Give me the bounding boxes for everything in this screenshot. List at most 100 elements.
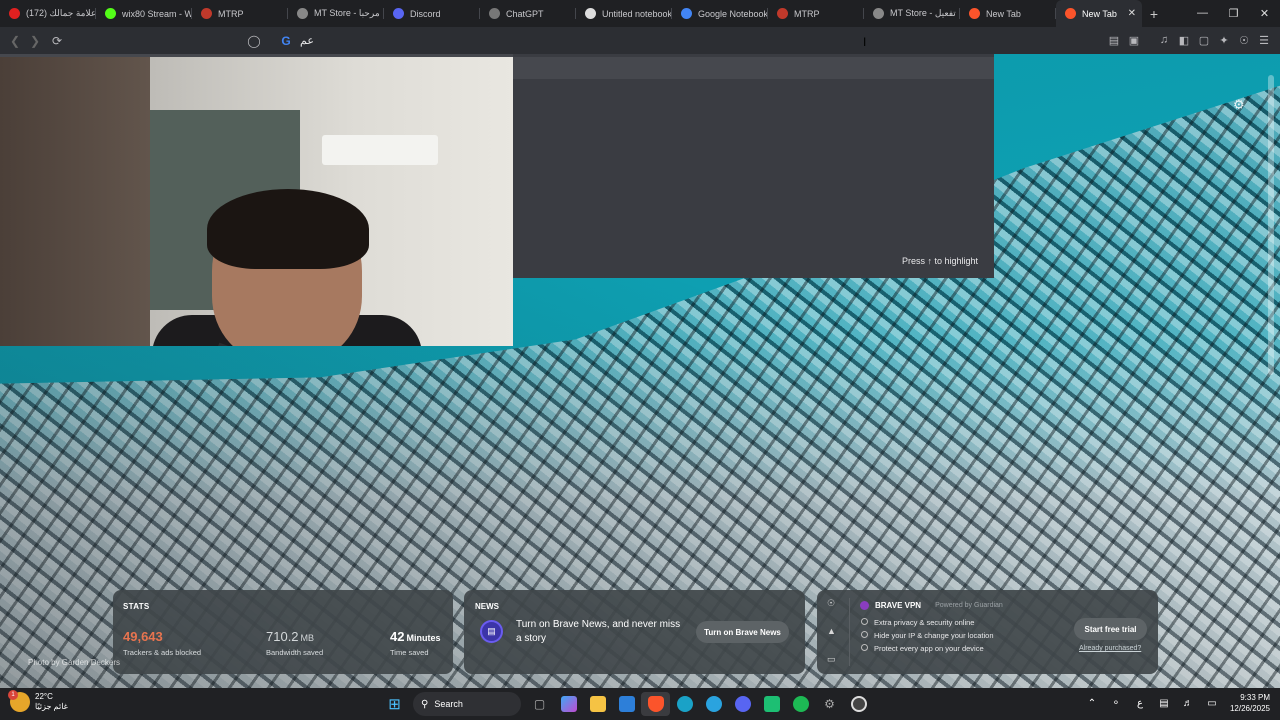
close-icon[interactable]: ✕ — [1249, 7, 1280, 20]
address-bar[interactable]: ◯ G عم — [240, 27, 994, 54]
tab-title: wix80 Stream - W — [122, 8, 192, 19]
back-icon[interactable]: ❮ — [5, 31, 25, 51]
address-input[interactable]: عم — [300, 34, 314, 47]
battery-icon[interactable]: ▭ — [1200, 698, 1224, 709]
bookmark-icon[interactable]: ◯ — [244, 31, 264, 51]
leo-icon[interactable]: ✦ — [1214, 30, 1234, 50]
settings-icon[interactable]: ⚙ — [815, 692, 844, 716]
tab[interactable]: Discord — [384, 0, 480, 27]
tab-title: New Tab — [1082, 8, 1117, 19]
music-icon[interactable]: ♫ — [1154, 30, 1174, 50]
clock[interactable]: 9:33 PM 12/26/2025 — [1230, 692, 1270, 714]
air-conditioner — [322, 135, 438, 165]
vpn-shield-icon[interactable]: ☉ — [827, 598, 839, 626]
news-widget: NEWS ▤ Turn on Brave News, and never mis… — [464, 590, 805, 674]
brave-icon[interactable] — [641, 692, 670, 716]
maximize-icon[interactable]: ❐ — [1218, 7, 1249, 20]
spotify-icon[interactable] — [786, 692, 815, 716]
discord-icon — [393, 8, 404, 19]
stats-header: STATS — [123, 602, 150, 611]
tab-title: (172) علامة جمالك — [26, 8, 96, 18]
news-header: NEWS — [475, 602, 499, 611]
tab[interactable]: wix80 Stream - W — [96, 0, 192, 27]
extensions-icon[interactable]: ▤ — [1104, 30, 1124, 50]
tab[interactable]: Google Notebook — [672, 0, 768, 27]
chatgpt-icon — [489, 8, 500, 19]
tab[interactable]: (172) علامة جمالك — [0, 0, 96, 27]
network-icon[interactable]: ▤ — [1152, 698, 1176, 709]
tab-title: Untitled notebook — [602, 8, 672, 19]
mtrp-icon — [201, 8, 212, 19]
screenshot-icon[interactable]: ▣ — [1124, 30, 1144, 50]
task-view-icon[interactable]: ▢ — [525, 692, 554, 716]
menu-icon[interactable]: ☰ — [1254, 30, 1274, 50]
google-icon: G — [281, 33, 291, 48]
tab-title: Discord — [410, 8, 441, 19]
google-icon — [681, 8, 692, 19]
forward-icon[interactable]: ❯ — [25, 31, 45, 51]
card-icon[interactable]: ▭ — [827, 654, 839, 682]
news-promo-text: Turn on Brave News, and never miss a sto… — [516, 619, 681, 644]
tab-title: MT Store - مرحبا — [314, 8, 380, 18]
weather-widget[interactable]: 1 22°C غائم جزئيًا — [8, 690, 68, 712]
edge-icon[interactable] — [670, 692, 699, 716]
triangle-icon[interactable]: ▲ — [827, 626, 839, 654]
weather-icon: 1 — [8, 690, 30, 712]
search-icon: ⚲ — [421, 698, 429, 710]
mic-icon[interactable]: ⚬ — [1104, 698, 1128, 709]
already-purchased-link[interactable]: Already purchased? — [1079, 645, 1141, 652]
photo-credit[interactable]: Photo by Garden Deckers — [28, 658, 120, 667]
notebook-icon — [585, 8, 596, 19]
globe-icon — [297, 8, 308, 19]
trackers-stat: 49,643 Trackers & ads blocked — [123, 629, 202, 657]
discord-icon[interactable] — [728, 692, 757, 716]
chevron-up-icon[interactable]: ⌃ — [1080, 698, 1104, 709]
scrollbar[interactable] — [1268, 75, 1274, 375]
tab-title: MT Store - تفعيل — [890, 8, 956, 18]
language-indicator[interactable]: ع — [1128, 698, 1152, 709]
settings-gear-icon[interactable]: ⚙ — [1233, 97, 1245, 113]
tab-title: MTRP — [794, 8, 820, 19]
vpn-widget: ☉ ▲ ▭ BRAVE VPN Powered by Guardian Extr… — [817, 590, 1158, 674]
start-icon[interactable]: ⊞ — [380, 692, 409, 716]
fiverr-icon[interactable] — [757, 692, 786, 716]
tab-title: ChatGPT — [506, 8, 544, 19]
tab-strip: (172) علامة جمالك wix80 Stream - W MTRP MT … — [0, 0, 1280, 27]
tab[interactable]: MT Store - تفعيل — [864, 0, 960, 27]
windows-taskbar: 1 22°C غائم جزئيًا ⊞ ⚲ Search ▢ ⚙ ⌃ ⚬ ع … — [0, 688, 1280, 720]
tab[interactable]: ChatGPT — [480, 0, 576, 27]
tab[interactable]: MT Store - مرحبا — [288, 0, 384, 27]
suggestion-row[interactable] — [513, 57, 994, 79]
reload-icon[interactable]: ⟳ — [47, 31, 67, 51]
time-stat: 42 Minutes Time saved — [390, 629, 441, 657]
vpn-feature: Protect every app on your device — [861, 644, 984, 653]
tab[interactable]: MTRP — [192, 0, 288, 27]
tab-title: MTRP — [218, 8, 244, 19]
obs-icon[interactable] — [844, 692, 873, 716]
start-free-trial-button[interactable]: Start free trial — [1074, 618, 1147, 640]
telegram-icon[interactable] — [699, 692, 728, 716]
tab[interactable]: New Tab ✕ — [1056, 0, 1142, 27]
copilot-icon[interactable] — [554, 692, 583, 716]
new-tab-button[interactable]: + — [1142, 6, 1166, 22]
file-explorer-icon[interactable] — [583, 692, 612, 716]
vpn-shield-icon[interactable]: ☉ — [1234, 30, 1254, 50]
taskbar-search[interactable]: ⚲ Search — [413, 692, 521, 716]
mtrp-icon — [777, 8, 788, 19]
tab[interactable]: New Tab — [960, 0, 1056, 27]
text-cursor-icon: I — [863, 35, 867, 49]
turn-on-news-button[interactable]: Turn on Brave News — [696, 621, 789, 643]
tab[interactable]: MTRP — [768, 0, 864, 27]
tab[interactable]: Untitled notebook — [576, 0, 672, 27]
sidebar-icon[interactable]: ◧ — [1174, 30, 1194, 50]
webcam-overlay — [0, 57, 513, 346]
store-icon[interactable] — [612, 692, 641, 716]
tab-title: Google Notebook — [698, 8, 768, 19]
bandwidth-stat: 710.2 MB Bandwidth saved — [266, 629, 324, 657]
close-tab-icon[interactable]: ✕ — [1128, 8, 1136, 19]
volume-icon[interactable]: ♬ — [1176, 698, 1200, 709]
minimize-icon[interactable]: — — [1187, 7, 1218, 20]
wallet-icon[interactable]: ▢ — [1194, 30, 1214, 50]
vpn-logo-icon — [860, 601, 869, 610]
kick-icon — [105, 8, 116, 19]
